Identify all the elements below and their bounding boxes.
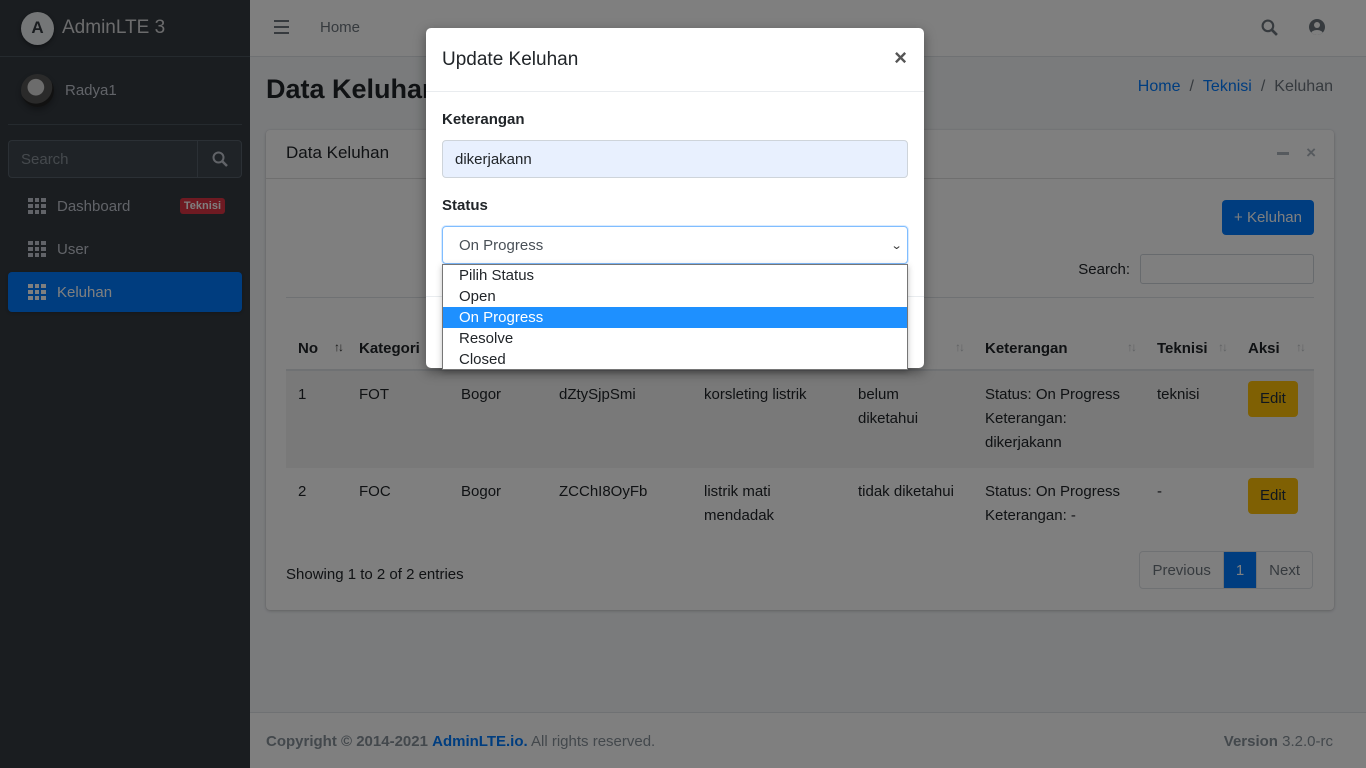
close-icon[interactable]: ×	[894, 45, 907, 71]
status-label: Status	[442, 197, 488, 214]
status-select-value: On Progress	[459, 236, 544, 254]
status-option[interactable]: Pilih Status	[443, 265, 907, 286]
modal-title: Update Keluhan	[442, 49, 579, 70]
status-option[interactable]: Closed	[443, 349, 907, 370]
status-option-selected[interactable]: On Progress	[443, 307, 907, 328]
keterangan-input[interactable]	[442, 140, 908, 178]
status-option[interactable]: Resolve	[443, 328, 907, 349]
chevron-down-icon: ⌄	[890, 240, 903, 252]
modal-header: Update Keluhan ×	[426, 28, 924, 92]
status-dropdown-list: Pilih Status Open On Progress Resolve Cl…	[442, 264, 908, 370]
keterangan-label: Keterangan	[442, 111, 525, 128]
status-select[interactable]: On Progress ⌄	[442, 226, 908, 264]
status-option[interactable]: Open	[443, 286, 907, 307]
